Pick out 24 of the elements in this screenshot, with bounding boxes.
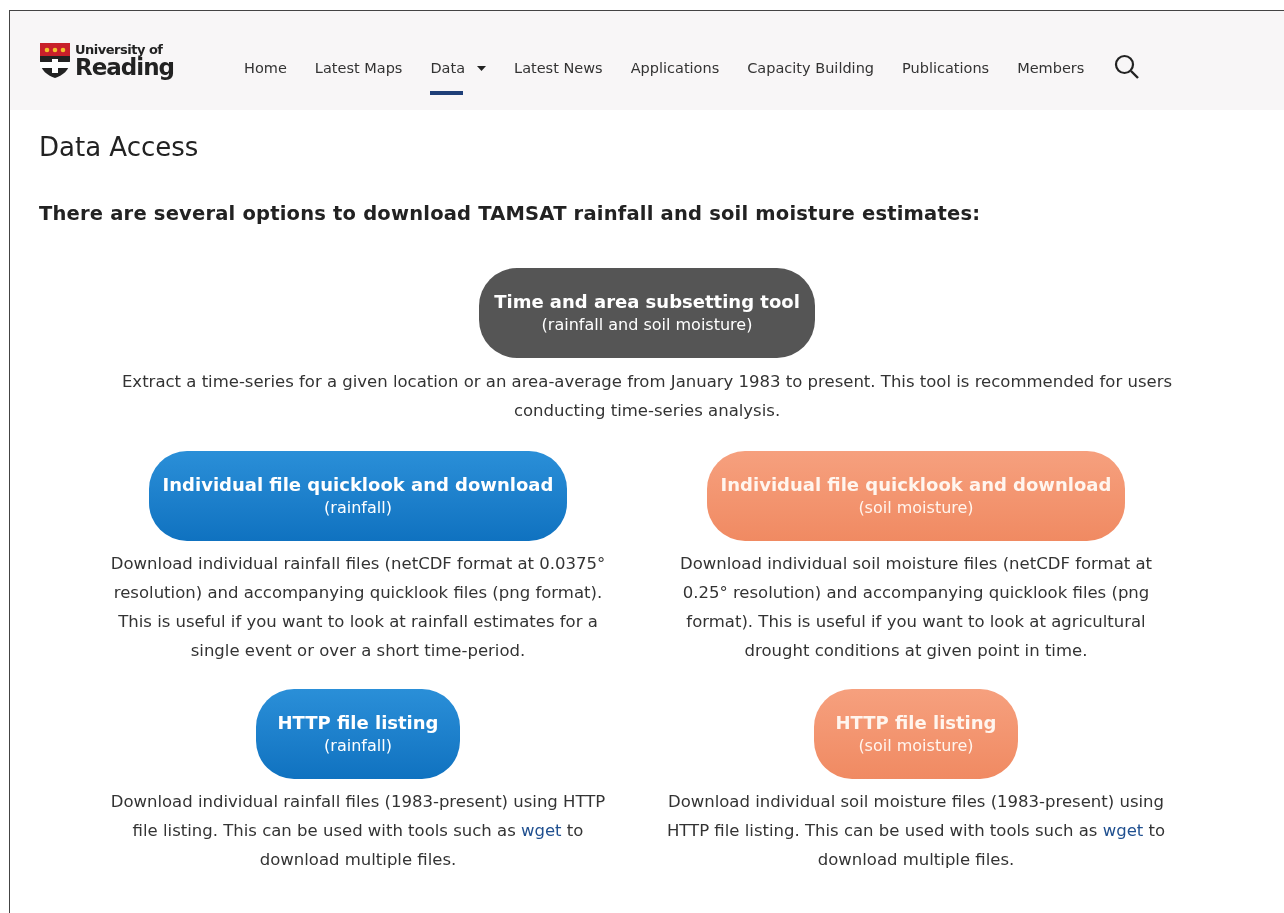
option-description: Download individual soil moisture files (1983-present) using HTTP file listing. This can be used with tools such as wget to download multiple files. [665, 791, 1167, 871]
crest-icon [39, 42, 71, 79]
search-icon[interactable] [1114, 53, 1141, 80]
nav-link[interactable]: Applications [630, 57, 720, 96]
nav-link[interactable]: Home [244, 57, 287, 96]
wget-link[interactable]: wget [521, 821, 562, 840]
logo-text: University of [75, 42, 164, 56]
caret-icon [477, 66, 487, 71]
option-description: Download individual rainfall files (netCDF format at 0.0375° resolution) and accompanying quicklook files (png format). This is useful if you want to look at rainfall estimates for a single event or over a short time-period. [109, 553, 607, 662]
option-button[interactable]: HTTP file listing (rainfall) [256, 689, 460, 779]
nav-link[interactable]: Publications [902, 57, 990, 96]
wget-link[interactable]: wget [1102, 821, 1144, 840]
nav-link[interactable]: Latest News [514, 57, 603, 96]
option-description: Extract a time-series for a given location or an area-average from January 1983 to present. This tool is recommended for users conducting time-series analysis. [120, 371, 1174, 422]
intro-heading: There are several options to download TAMSAT rainfall and soil moisture estimates: [39, 201, 982, 227]
nav-link[interactable]: Latest Maps [314, 57, 403, 96]
option-button[interactable]: Time and area subsetting tool (rainfall and soil moisture) [479, 268, 815, 358]
option-description: Download individual rainfall files (1983-present) using HTTP file listing. This can be used with tools such as wget to download multiple files. [109, 791, 607, 871]
nav-link[interactable]: Capacity Building [747, 57, 875, 96]
option-button[interactable]: Individual file quicklook and download (rainfall) [149, 451, 567, 541]
option-description: Download individual soil moisture files (netCDF format at 0.25° resolution) and accompanying quicklook files (png format). This is useful if you want to look at agricultural drought conditions at given point in time. [678, 553, 1154, 662]
page-title: Data Access [39, 131, 200, 164]
nav-link[interactable]: Data [430, 57, 487, 96]
nav-link[interactable]: Members [1017, 57, 1085, 96]
